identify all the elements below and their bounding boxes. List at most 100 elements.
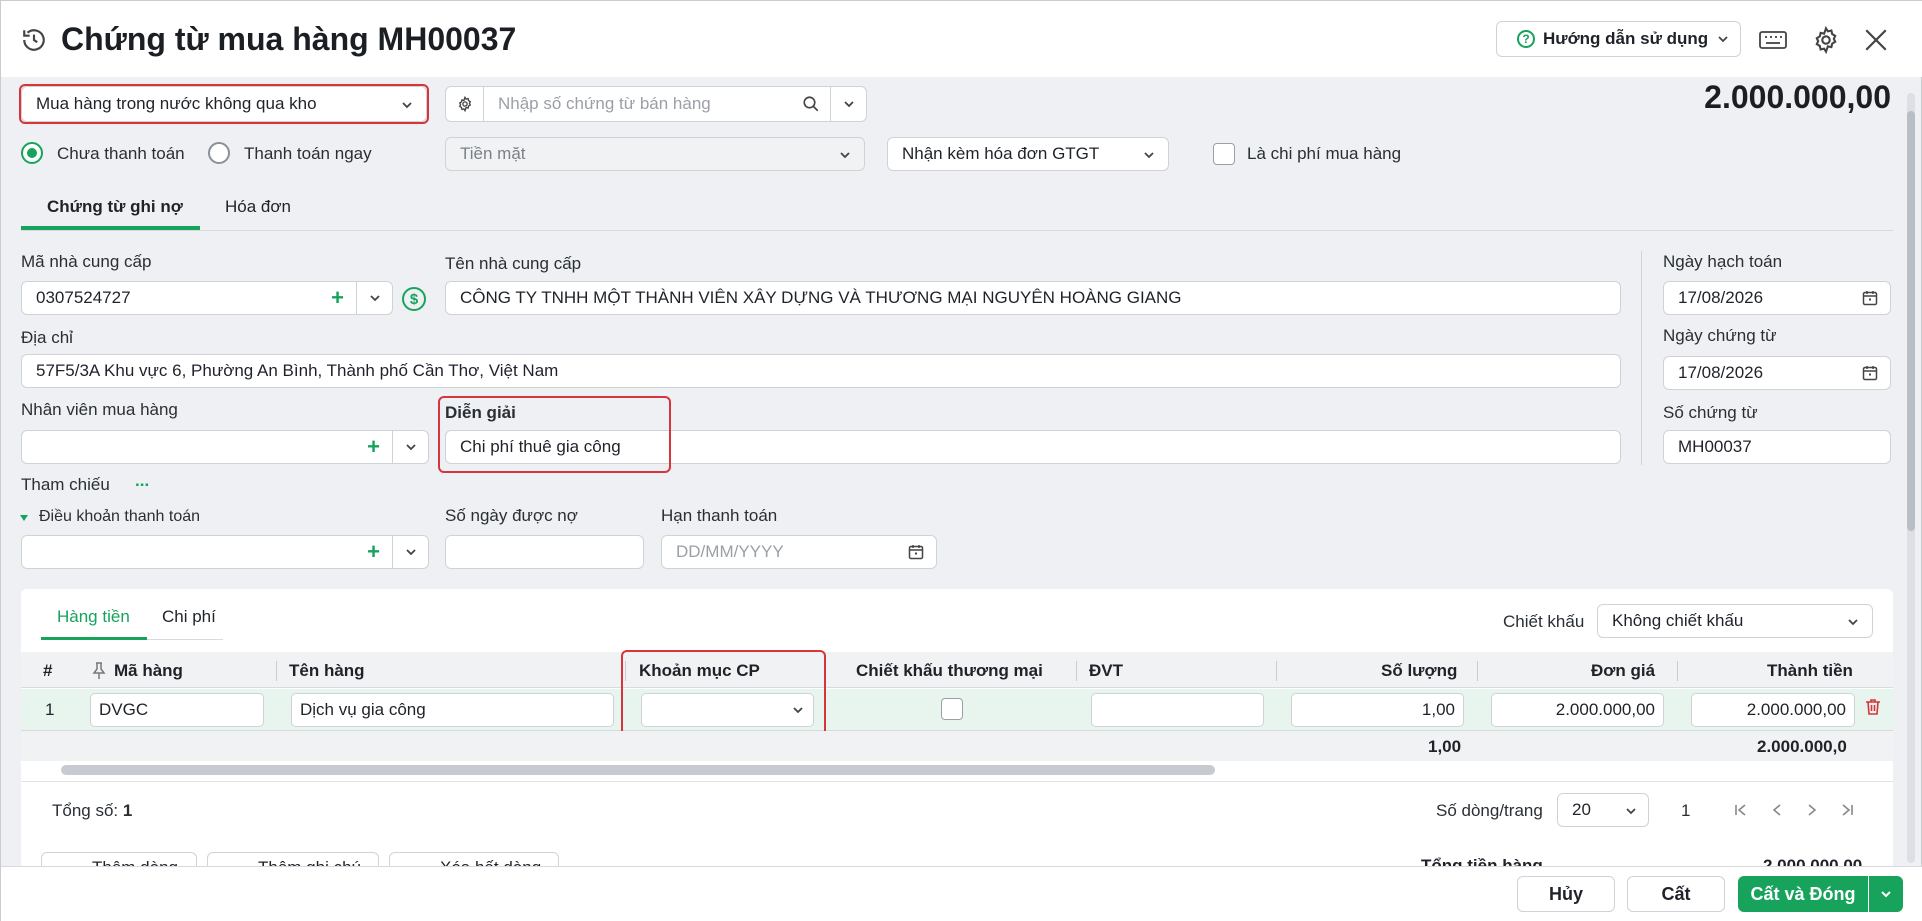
gear-icon[interactable] bbox=[1809, 23, 1843, 57]
save-and-close-button[interactable]: Cất và Đóng bbox=[1738, 876, 1868, 912]
sum-amount: 2.000.000,0 bbox=[1757, 737, 1847, 756]
highlight-frame-purchase-type bbox=[19, 84, 429, 124]
address-input[interactable]: 57F5/3A Khu vực 6, Phường An Bình, Thành… bbox=[21, 354, 1621, 388]
caret-down-icon[interactable] bbox=[19, 513, 29, 523]
add-staff-icon[interactable]: + bbox=[367, 436, 380, 458]
due-date-placeholder: DD/MM/YYYY bbox=[676, 542, 784, 561]
rows-per-page-select[interactable]: 20 bbox=[1557, 793, 1649, 827]
quantity-input[interactable]: 1,00 bbox=[1291, 693, 1464, 727]
trade-discount-checkbox[interactable] bbox=[941, 698, 963, 720]
history-icon[interactable] bbox=[21, 27, 47, 53]
supplier-name-value: CÔNG TY TNHH MỘT THÀNH VIÊN XÂY DỰNG VÀ … bbox=[460, 288, 1182, 307]
purchase-cost-label: Là chi phí mua hàng bbox=[1247, 144, 1402, 163]
discount-value: Không chiết khấu bbox=[1612, 611, 1744, 630]
row-no: 1 bbox=[45, 700, 55, 719]
tab-goods-money[interactable]: Hàng tiền bbox=[57, 607, 130, 627]
calendar-icon[interactable] bbox=[908, 544, 924, 560]
help-button[interactable]: ? Hướng dẫn sử dụng bbox=[1496, 21, 1741, 57]
highlight-frame-cost-item bbox=[621, 650, 826, 736]
credit-days-input[interactable] bbox=[445, 535, 644, 569]
due-date-input[interactable]: DD/MM/YYYY bbox=[661, 535, 937, 569]
tab-cost[interactable]: Chi phí bbox=[162, 607, 216, 627]
horizontal-scrollbar[interactable] bbox=[61, 765, 1215, 775]
unit-input[interactable] bbox=[1091, 693, 1264, 727]
posting-date-input[interactable]: 17/08/2026 bbox=[1663, 281, 1891, 315]
sales-voucher-combo: Nhập số chứng từ bán hàng bbox=[445, 86, 867, 122]
save-button[interactable]: Cất bbox=[1627, 876, 1725, 912]
address-value: 57F5/3A Khu vực 6, Phường An Bình, Thành… bbox=[36, 361, 559, 380]
chevron-down-icon bbox=[405, 549, 416, 556]
grid-summary-row bbox=[21, 731, 1893, 761]
debt-info-icon[interactable]: $ bbox=[402, 287, 426, 311]
rows-per-page-label: Số dòng/trang bbox=[1436, 801, 1543, 820]
close-icon[interactable] bbox=[1859, 23, 1893, 57]
highlight-frame-description bbox=[438, 396, 671, 473]
invoice-option-value: Nhận kèm hóa đơn GTGT bbox=[902, 144, 1100, 163]
voucher-settings-icon[interactable] bbox=[446, 87, 484, 121]
invoice-option-select[interactable]: Nhận kèm hóa đơn GTGT bbox=[887, 137, 1169, 171]
grid-tab-underline bbox=[147, 639, 223, 640]
unit-price-input[interactable]: 2.000.000,00 bbox=[1491, 693, 1664, 727]
tab-debit-voucher[interactable]: Chứng từ ghi nợ bbox=[47, 197, 183, 217]
voucher-no-input[interactable]: MH00037 bbox=[1663, 430, 1891, 464]
total-count-label: Tổng số: 1 bbox=[52, 801, 133, 820]
radio-pay-now[interactable] bbox=[208, 142, 230, 164]
payment-method-value: Tiền mặt bbox=[460, 144, 526, 163]
col-header-unit-price: Đơn giá bbox=[1591, 661, 1656, 680]
posting-date-label: Ngày hạch toán bbox=[1663, 252, 1783, 271]
calendar-icon[interactable] bbox=[1862, 365, 1878, 381]
radio-unpaid-label: Chưa thanh toán bbox=[57, 144, 185, 163]
sum-quantity: 1,00 bbox=[1428, 737, 1462, 756]
radio-unpaid[interactable] bbox=[21, 142, 43, 164]
chevron-down-icon bbox=[369, 295, 380, 302]
discount-select[interactable]: Không chiết khấu bbox=[1597, 604, 1873, 638]
grid-tab-active-indicator bbox=[41, 637, 147, 640]
sales-voucher-input[interactable]: Nhập số chứng từ bán hàng bbox=[484, 94, 802, 114]
reference-label: Tham chiếu bbox=[21, 475, 110, 494]
chevron-down-icon bbox=[843, 101, 854, 108]
current-page: 1 bbox=[1681, 801, 1691, 820]
supplier-code-input[interactable]: 0307524727 bbox=[36, 288, 331, 308]
reference-more-link[interactable]: ... bbox=[135, 471, 149, 491]
supplier-name-input[interactable]: CÔNG TY TNHH MỘT THÀNH VIÊN XÂY DỰNG VÀ … bbox=[445, 281, 1621, 315]
voucher-date-input[interactable]: 17/08/2026 bbox=[1663, 356, 1891, 390]
calendar-icon[interactable] bbox=[1862, 290, 1878, 306]
search-icon[interactable] bbox=[802, 95, 820, 113]
staff-dropdown-toggle[interactable] bbox=[392, 431, 428, 463]
col-header-item-code: Mã hàng bbox=[114, 661, 183, 680]
prev-page-icon[interactable] bbox=[1769, 802, 1785, 818]
due-date-label: Hạn thanh toán bbox=[661, 506, 778, 525]
payment-method-select[interactable]: Tiền mặt bbox=[445, 137, 865, 171]
last-page-icon[interactable] bbox=[1839, 802, 1855, 818]
add-supplier-icon[interactable]: + bbox=[331, 287, 344, 309]
grid-divider bbox=[21, 781, 1893, 782]
tab-invoice[interactable]: Hóa đơn bbox=[225, 197, 291, 217]
col-separator bbox=[1677, 661, 1678, 681]
col-header-amount: Thành tiền bbox=[1767, 661, 1853, 680]
voucher-dropdown-toggle[interactable] bbox=[830, 87, 866, 121]
radio-pay-now-label: Thanh toán ngay bbox=[244, 144, 372, 163]
chevron-down-icon bbox=[840, 152, 850, 159]
chevron-down-icon bbox=[1848, 619, 1858, 626]
chevron-down-icon bbox=[1718, 36, 1728, 43]
add-payment-terms-icon[interactable]: + bbox=[367, 541, 380, 563]
next-page-icon[interactable] bbox=[1804, 802, 1820, 818]
supplier-name-label: Tên nhà cung cấp bbox=[445, 254, 582, 273]
first-page-icon[interactable] bbox=[1733, 802, 1749, 818]
item-code-input[interactable]: DVGC bbox=[90, 693, 264, 727]
discount-label: Chiết khấu bbox=[1503, 612, 1585, 631]
chevron-down-icon bbox=[1881, 891, 1891, 898]
col-header-trade-discount: Chiết khấu thương mại bbox=[856, 661, 1043, 680]
cancel-button[interactable]: Hủy bbox=[1517, 876, 1615, 912]
pin-icon[interactable] bbox=[92, 662, 106, 680]
supplier-dropdown-toggle[interactable] bbox=[356, 282, 392, 314]
payment-terms-dropdown-toggle[interactable] bbox=[392, 536, 428, 568]
trash-icon[interactable] bbox=[1865, 698, 1881, 716]
vertical-scrollbar-thumb[interactable] bbox=[1907, 111, 1915, 531]
amount-input[interactable]: 2.000.000,00 bbox=[1691, 693, 1855, 727]
save-options-toggle[interactable] bbox=[1869, 876, 1903, 912]
item-name-input[interactable]: Dịch vụ gia công bbox=[291, 693, 614, 727]
chevron-down-icon bbox=[405, 444, 416, 451]
purchase-cost-checkbox[interactable] bbox=[1213, 143, 1235, 165]
keyboard-icon[interactable] bbox=[1756, 23, 1790, 57]
